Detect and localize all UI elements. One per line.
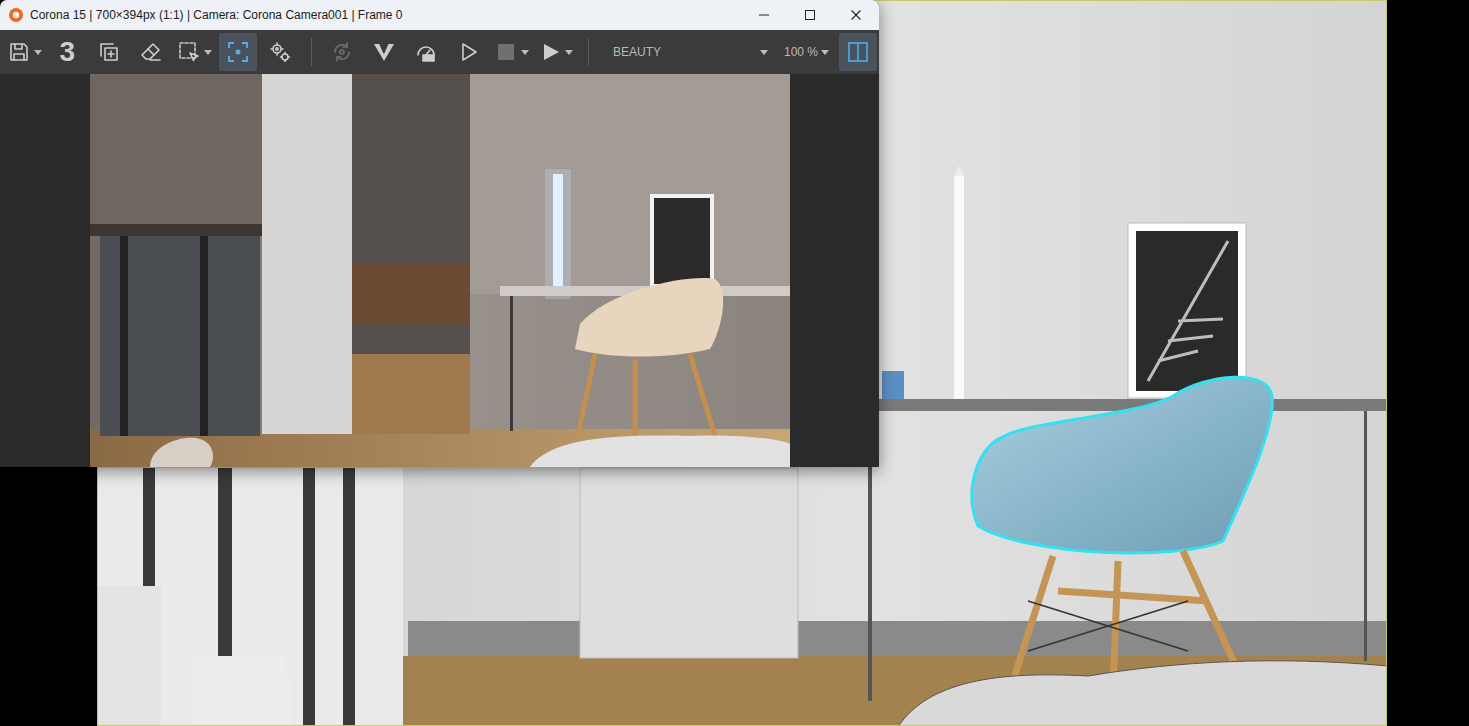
toolbar: 3 BEAUTY 100 % <box>0 30 879 74</box>
focus-button[interactable] <box>219 33 257 71</box>
button-state <box>456 40 480 64</box>
eraser-icon <box>139 40 163 64</box>
render-icon <box>538 40 562 64</box>
render-outline-icon <box>456 40 480 64</box>
frame-buffer-window[interactable]: Corona 15 | 700×394px (1:1) | Camera: Co… <box>0 0 879 467</box>
save-button[interactable] <box>4 33 44 71</box>
render-image <box>90 74 790 467</box>
button-state <box>330 40 354 64</box>
interactive-button[interactable] <box>323 33 361 71</box>
lightmix-icon <box>414 40 438 64</box>
toolbar-separator <box>588 38 589 66</box>
copy-icon <box>97 40 121 64</box>
toolbar-separator <box>311 38 312 66</box>
button-state <box>268 40 292 64</box>
settings-icon <box>268 40 292 64</box>
button-state <box>226 40 250 64</box>
interactive-icon <box>330 40 354 64</box>
button-label: 3 <box>59 38 75 66</box>
title-bar[interactable]: Corona 15 | 700×394px (1:1) | Camera: Co… <box>0 0 879 30</box>
button-state <box>139 40 163 64</box>
lightmix-button[interactable] <box>407 33 445 71</box>
maximize-button[interactable] <box>787 0 833 30</box>
eraser-button[interactable] <box>132 33 170 71</box>
button-state <box>494 40 518 64</box>
dropdown-arrow-icon <box>760 48 768 57</box>
button-state <box>538 40 562 64</box>
corona-logo-button[interactable] <box>365 33 403 71</box>
window-title: Corona 15 | 700×394px (1:1) | Camera: Co… <box>24 6 741 24</box>
button-state <box>846 40 870 64</box>
button-state <box>177 40 201 64</box>
minimize-icon <box>758 9 770 21</box>
button-state <box>372 40 396 64</box>
corona-logo-icon <box>372 40 396 64</box>
render-pass-select[interactable]: BEAUTY <box>601 33 774 71</box>
maximize-icon <box>804 9 816 21</box>
stop-button[interactable] <box>491 33 531 71</box>
close-icon <box>850 9 862 21</box>
region-icon <box>177 40 201 64</box>
split-view-icon <box>846 40 870 64</box>
split-view-button[interactable] <box>839 33 877 71</box>
stop-icon <box>494 40 518 64</box>
region-button[interactable] <box>174 33 214 71</box>
button-state: 3 <box>59 38 75 66</box>
settings-button[interactable] <box>261 33 299 71</box>
render-outline-button[interactable] <box>449 33 487 71</box>
close-button[interactable] <box>833 0 879 30</box>
right-black-strip <box>1387 0 1469 726</box>
corona-app-icon <box>8 7 24 23</box>
button-state <box>7 40 31 64</box>
select-value: 100 % <box>784 43 818 61</box>
dropdown-arrow-icon <box>34 48 42 57</box>
save-icon <box>7 40 31 64</box>
select-value: BEAUTY <box>613 43 661 61</box>
copy-button[interactable] <box>90 33 128 71</box>
button-state <box>97 40 121 64</box>
vfb-history-button[interactable]: 3 <box>48 33 86 71</box>
minimize-button[interactable] <box>741 0 787 30</box>
button-state <box>414 40 438 64</box>
dropdown-arrow-icon <box>521 48 529 57</box>
render-button[interactable] <box>536 33 576 71</box>
dropdown-arrow-icon <box>204 48 212 57</box>
dropdown-arrow-icon <box>565 48 573 57</box>
zoom-select[interactable]: 100 % <box>778 33 835 71</box>
render-area <box>0 74 879 467</box>
dropdown-arrow-icon <box>821 48 829 57</box>
focus-icon <box>226 40 250 64</box>
